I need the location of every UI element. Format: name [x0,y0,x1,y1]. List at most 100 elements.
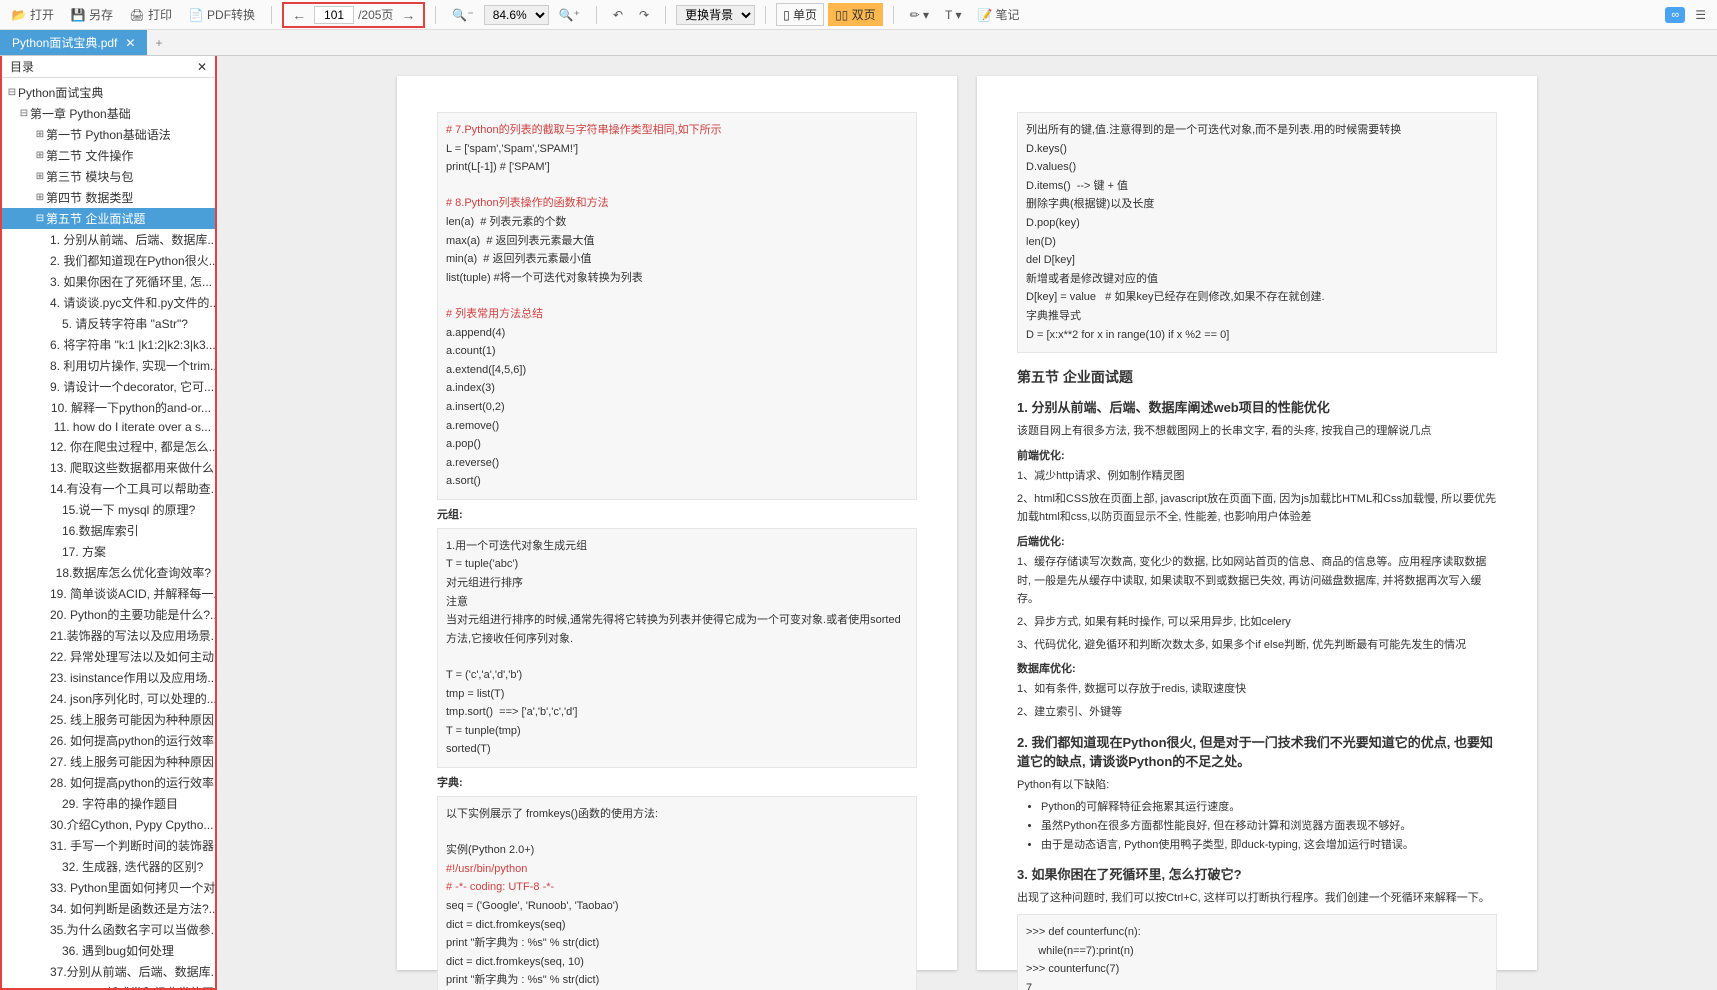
toc-leaf[interactable]: 16.数据库索引 [2,520,215,541]
background-select[interactable]: 更换背景 [676,5,755,25]
toc-leaf[interactable]: 14.有没有一个工具可以帮助查... [2,478,215,499]
toc-section[interactable]: ⊞第一节 Python基础语法 [2,124,215,145]
toc-leaf[interactable]: 33. Python里面如何拷贝一个对... [2,877,215,898]
toc-leaf[interactable]: 29. 字符串的操作题目 [2,793,215,814]
toc-leaf[interactable]: 23. isinstance作用以及应用场... [2,667,215,688]
note-button[interactable]: 📝 笔记 [972,4,1026,25]
paragraph: 2、异步方式, 如果有耗时操作, 可以采用异步, 比如celery [1017,613,1497,632]
main-toolbar: 📂打开 💾另存 🖨打印 📄PDF转换 ← /205页 → 🔍⁻ 84.6% 🔍⁺… [0,0,1717,30]
paragraph: 3、代码优化, 避免循环和判断次数太多, 如果多个if else判断, 优先判断… [1017,636,1497,655]
sidebar-header: 目录 ✕ [2,56,215,78]
toc-section[interactable]: ⊞第三节 模块与包 [2,166,215,187]
toc-leaf[interactable]: 10. 解释一下python的and-or... [2,397,215,418]
table-of-contents[interactable]: ⊟Python面试宝典 ⊟第一章 Python基础 ⊞第一节 Python基础语… [2,78,215,988]
toc-chapter[interactable]: ⊟第一章 Python基础 [2,103,215,124]
toc-leaf[interactable]: 12. 你在爬虫过程中, 都是怎么... [2,436,215,457]
next-page-button[interactable]: → [397,7,419,23]
content-area[interactable]: # 7.Python的列表的截取与字符串操作类型相同,如下所示 L = ['sp… [217,56,1717,990]
code-block: 列出所有的键,值.注意得到的是一个可迭代对象,而不是列表.用的时候需要转换 D.… [1017,112,1497,353]
section-label: 元组: [437,506,917,522]
toc-leaf[interactable]: 34. 如何判断是函数还是方法?... [2,898,215,919]
separator [665,6,666,24]
toc-leaf[interactable]: 31. 手写一个判断时间的装饰器... [2,835,215,856]
saveas-button[interactable]: 💾另存 [64,4,119,25]
zoom-out-button[interactable]: 🔍⁻ [446,6,479,24]
question-title: 3. 如果你困在了死循环里, 怎么打破它? [1017,864,1497,883]
toc-leaf[interactable]: 2. 我们都知道现在Python很火... [2,250,215,271]
list-item: 虽然Python在很多方面都性能良好, 但在移动计算和浏览器方面表现不够好。 [1041,817,1497,836]
new-tab-button[interactable]: + [147,32,170,54]
rotate-right-button[interactable]: ↷ [633,6,655,24]
toc-leaf[interactable]: 26. 如何提高python的运行效率... [2,730,215,751]
toc-leaf[interactable]: 21.装饰器的写法以及应用场景... [2,625,215,646]
text-button[interactable]: T ▾ [939,6,967,24]
section-label: 字典: [437,774,917,790]
zoom-in-button[interactable]: 🔍⁺ [553,6,586,24]
print-button[interactable]: 🖨打印 [123,4,178,25]
label: 后端优化: [1017,533,1497,549]
toc-leaf[interactable]: 28. 如何提高python的运行效率... [2,772,215,793]
sidebar: 目录 ✕ ⊟Python面试宝典 ⊟第一章 Python基础 ⊞第一节 Pyth… [0,56,217,990]
toc-leaf[interactable]: 5. 请反转字符串 "aStr"? [2,313,215,334]
toc-leaf[interactable]: 17. 方案 [2,541,215,562]
toc-leaf[interactable]: 15.说一下 mysql 的原理? [2,499,215,520]
toc-leaf[interactable]: 1. 分别从前端、后端、数据库... [2,229,215,250]
toc-section[interactable]: ⊞第四节 数据类型 [2,187,215,208]
zoom-select[interactable]: 84.6% [484,5,549,25]
toc-leaf[interactable]: 35.为什么函数名字可以当做参... [2,919,215,940]
toc-leaf[interactable]: 24. json序列化时, 可以处理的... [2,688,215,709]
print-icon: 🖨 [129,7,145,23]
toc-leaf[interactable]: 9. 请设计一个decorator, 它可... [2,376,215,397]
label: 数据库优化: [1017,660,1497,676]
toc-leaf[interactable]: 19. 简单谈谈ACID, 并解释每一... [2,583,215,604]
menu-button[interactable]: ☰ [1689,6,1712,24]
sidebar-title: 目录 [10,58,34,75]
code-block: # 7.Python的列表的截取与字符串操作类型相同,如下所示 L = ['sp… [437,112,917,500]
toc-leaf[interactable]: 8. 利用切片操作, 实现一个trim... [2,355,215,376]
prev-page-button[interactable]: ← [288,7,310,23]
tab-document[interactable]: Python面试宝典.pdf ✕ [0,30,147,55]
page-left: # 7.Python的列表的截取与字符串操作类型相同,如下所示 L = ['sp… [397,76,957,970]
paragraph: 1、减少http请求、例如制作精灵图 [1017,467,1497,486]
toc-leaf[interactable]: 22. 异常处理写法以及如何主动... [2,646,215,667]
close-sidebar-button[interactable]: ✕ [197,60,207,74]
toc-leaf[interactable]: 27. 线上服务可能因为种种原因... [2,751,215,772]
double-page-button[interactable]: ▯▯ 双页 [828,3,883,26]
save-icon: 💾 [70,7,86,23]
toc-leaf[interactable]: 25. 线上服务可能因为种种原因... [2,709,215,730]
separator [271,6,272,24]
toc-leaf[interactable]: 37.分别从前端、后端、数据库... [2,961,215,982]
list-item: Python的可解释特征会拖累其运行速度。 [1041,798,1497,817]
paragraph: 2、html和CSS放在页面上部, javascript放在页面下面, 因为js… [1017,490,1497,527]
rotate-left-button[interactable]: ↶ [607,6,629,24]
corner-button[interactable]: ∞ [1665,7,1685,23]
toc-leaf[interactable]: 38. python新式类和经典类的区... [2,982,215,988]
pdf-convert-button[interactable]: 📄PDF转换 [182,4,261,25]
question-title: 1. 分别从前端、后端、数据库阐述web项目的性能优化 [1017,397,1497,416]
pdf-icon: 📄 [188,7,204,23]
toc-root[interactable]: ⊟Python面试宝典 [2,82,215,103]
toc-leaf[interactable]: 6. 将字符串 "k:1 |k1:2|k2:3|k3... [2,334,215,355]
toc-section[interactable]: ⊞第二节 文件操作 [2,145,215,166]
open-icon: 📂 [11,7,27,23]
toc-leaf[interactable]: 11. how do I iterate over a s... [2,418,215,436]
toc-leaf[interactable]: 32. 生成器, 迭代器的区别? [2,856,215,877]
paragraph: 1、缓存存储读写次数高, 变化少的数据, 比如网站首页的信息、商品的信息等。应用… [1017,553,1497,609]
close-icon[interactable]: ✕ [125,36,135,50]
tab-label: Python面试宝典.pdf [12,34,117,51]
separator [765,6,766,24]
code-block: >>> def counterfunc(n): while(n==7):prin… [1017,914,1497,990]
open-button[interactable]: 📂打开 [5,4,60,25]
toc-leaf[interactable]: 18.数据库怎么优化查询效率? [2,562,215,583]
single-page-button[interactable]: ▯ 单页 [776,3,824,26]
paragraph: 1、如有条件, 数据可以存放于redis, 读取速度快 [1017,680,1497,699]
toc-leaf[interactable]: 3. 如果你困在了死循环里, 怎... [2,271,215,292]
toc-leaf[interactable]: 30.介绍Cython, Pypy Cpytho... [2,814,215,835]
toc-leaf[interactable]: 20. Python的主要功能是什么?... [2,604,215,625]
highlight-button[interactable]: ✏ ▾ [904,6,935,24]
toc-section-selected[interactable]: ⊟第五节 企业面试题 [2,208,215,229]
toc-leaf[interactable]: 4. 请谈谈.pyc文件和.py文件的... [2,292,215,313]
toc-leaf[interactable]: 36. 遇到bug如何处理 [2,940,215,961]
page-input[interactable] [314,6,354,24]
toc-leaf[interactable]: 13. 爬取这些数据都用来做什么... [2,457,215,478]
